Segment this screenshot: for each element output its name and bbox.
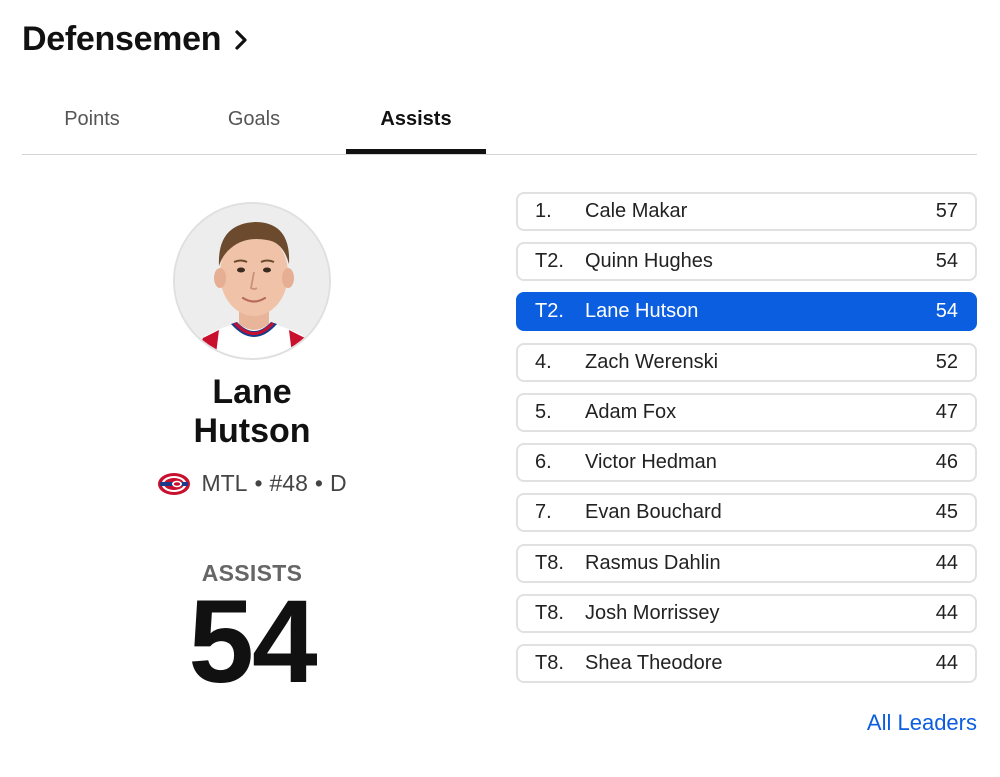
meta-separator: • xyxy=(314,470,323,496)
leader-row[interactable]: 6. Victor Hedman 46 xyxy=(516,443,977,482)
leader-name: Lane Hutson xyxy=(585,300,699,322)
player-first-name: Lane xyxy=(212,373,292,411)
player-position: D xyxy=(329,470,347,496)
leader-name: Cale Makar xyxy=(585,200,688,222)
player-number: #48 xyxy=(269,470,308,496)
leader-rank: T2. xyxy=(535,250,564,272)
stat-value: 54 xyxy=(188,576,317,708)
leader-row[interactable]: T8. Rasmus Dahlin 44 xyxy=(516,544,977,583)
tab-assists[interactable]: Assists xyxy=(346,96,486,154)
leader-value: 57 xyxy=(935,200,958,222)
tab-goals[interactable]: Goals xyxy=(184,96,324,154)
leader-rank: 7. xyxy=(535,501,552,523)
leader-row[interactable]: T2. Quinn Hughes 54 xyxy=(516,242,977,281)
leader-row[interactable]: 4. Zach Werenski 52 xyxy=(516,343,977,382)
section-header[interactable]: Defensemen xyxy=(22,20,249,59)
leader-row[interactable]: 5. Adam Fox 47 xyxy=(516,393,977,432)
section-title: Defensemen xyxy=(22,20,222,58)
leader-name: Evan Bouchard xyxy=(585,501,722,523)
leader-value: 44 xyxy=(935,602,958,624)
leader-value: 54 xyxy=(935,300,958,322)
chevron-right-icon xyxy=(235,29,247,50)
leader-row-selected[interactable]: T2. Lane Hutson 54 xyxy=(516,292,977,331)
leader-value: 47 xyxy=(935,401,958,423)
leader-value: 44 xyxy=(935,652,958,674)
leader-name: Shea Theodore xyxy=(585,652,723,674)
leader-row[interactable]: T8. Josh Morrissey 44 xyxy=(516,594,977,633)
meta-separator: • xyxy=(254,470,263,496)
leader-row[interactable]: 1. Cale Makar 57 xyxy=(516,192,977,231)
leader-rank: T2. xyxy=(535,300,564,322)
player-last-name: Hutson xyxy=(193,412,311,450)
leader-row[interactable]: 7. Evan Bouchard 45 xyxy=(516,493,977,532)
leader-value: 54 xyxy=(935,250,958,272)
leader-rank: T8. xyxy=(535,602,564,624)
all-leaders-link[interactable]: All Leaders xyxy=(867,710,977,736)
player-meta: MTL • #48 • D xyxy=(22,470,482,497)
leader-row[interactable]: T8. Shea Theodore 44 xyxy=(516,644,977,683)
leader-name: Zach Werenski xyxy=(585,351,719,373)
leader-rank: 6. xyxy=(535,451,552,473)
tab-points[interactable]: Points xyxy=(22,96,162,154)
canadiens-logo-icon xyxy=(158,472,191,495)
leader-rank: T8. xyxy=(535,652,564,674)
player-team: MTL xyxy=(201,470,248,496)
leader-value: 45 xyxy=(935,501,958,523)
leader-name: Rasmus Dahlin xyxy=(585,552,721,574)
leader-rank: 1. xyxy=(535,200,552,222)
leader-name: Quinn Hughes xyxy=(585,250,713,272)
leader-rank: T8. xyxy=(535,552,564,574)
leader-rank: 5. xyxy=(535,401,552,423)
player-avatar[interactable] xyxy=(173,202,331,360)
leader-name: Josh Morrissey xyxy=(585,602,720,624)
leader-name: Victor Hedman xyxy=(585,451,717,473)
leader-value: 46 xyxy=(935,451,958,473)
leader-value: 52 xyxy=(935,351,958,373)
leader-value: 44 xyxy=(935,552,958,574)
stat-tabs: Points Goals Assists xyxy=(22,96,977,155)
leader-rank: 4. xyxy=(535,351,552,373)
leader-name: Adam Fox xyxy=(585,401,677,423)
